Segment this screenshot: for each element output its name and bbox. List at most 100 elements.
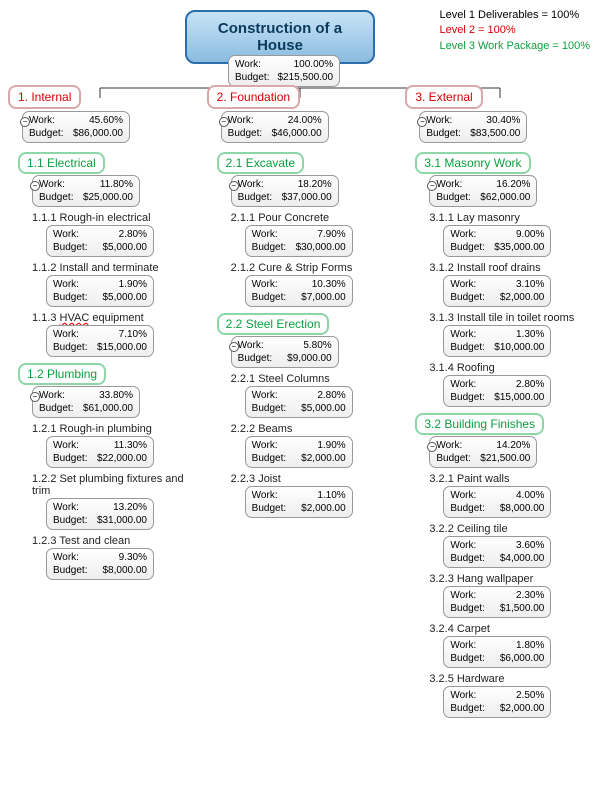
work-value: 30.40% xyxy=(486,114,520,127)
level1-node[interactable]: 2. Foundation xyxy=(207,85,300,109)
collapse-icon[interactable] xyxy=(30,392,40,402)
budget-value: $2,000.00 xyxy=(500,702,545,715)
level3-info-wrap: Work:9.00% Budget:$35,000.00 xyxy=(443,225,592,257)
work-label: Work: xyxy=(252,228,278,241)
level2-node[interactable]: 3.1 Masonry Work xyxy=(415,152,530,174)
work-value: 11.30% xyxy=(114,439,147,452)
level3-info-wrap: Work:9.30% Budget:$8,000.00 xyxy=(46,548,195,580)
level2-node[interactable]: 1.2 Plumbing xyxy=(18,363,106,385)
work-value: 2.80% xyxy=(516,378,544,391)
budget-label: Budget: xyxy=(53,514,87,527)
work-label: Work: xyxy=(53,439,79,452)
budget-value: $2,000.00 xyxy=(301,502,346,515)
budget-value: $15,000.00 xyxy=(494,391,544,404)
info-box: Work:45.60% Budget:$86,000.00 xyxy=(22,111,130,143)
budget-value: $86,000.00 xyxy=(73,127,123,140)
work-value: 9.00% xyxy=(516,228,544,241)
work-value: 5.80% xyxy=(303,339,331,352)
budget-label: Budget: xyxy=(235,71,269,84)
level2-node[interactable]: 3.2 Building Finishes xyxy=(415,413,544,435)
level3-node[interactable]: 1.1.2 Install and terminate xyxy=(32,262,195,274)
info-box: Work:1.90% Budget:$2,000.00 xyxy=(245,436,353,468)
legend-l2: Level 2 = 100% xyxy=(439,23,590,38)
budget-value: $21,500.00 xyxy=(480,452,530,465)
level3-node[interactable]: 3.1.2 Install roof drains xyxy=(429,262,592,274)
budget-label: Budget: xyxy=(436,452,470,465)
info-box: Work:2.50% Budget:$2,000.00 xyxy=(443,686,551,718)
work-label: Work: xyxy=(53,278,79,291)
level2-info-wrap: Work:16.20% Budget:$62,000.00 xyxy=(429,175,592,207)
level3-node[interactable]: 3.1.1 Lay masonry xyxy=(429,212,592,224)
level3-node[interactable]: 3.1.4 Roofing xyxy=(429,362,592,374)
root-title: Construction of a House xyxy=(218,20,342,54)
budget-label: Budget: xyxy=(450,602,484,615)
work-label: Work: xyxy=(450,378,476,391)
collapse-icon[interactable] xyxy=(30,181,40,191)
level3-node[interactable]: 2.2.3 Joist xyxy=(231,473,394,485)
budget-label: Budget: xyxy=(252,241,286,254)
budget-label: Budget: xyxy=(228,127,262,140)
level3-node[interactable]: 3.2.2 Ceiling tile xyxy=(429,523,592,535)
level2-info-wrap: Work:18.20% Budget:$37,000.00 xyxy=(231,175,394,207)
work-value: 11.80% xyxy=(100,178,133,191)
collapse-icon[interactable] xyxy=(229,342,239,352)
budget-label: Budget: xyxy=(450,241,484,254)
budget-value: $9,000.00 xyxy=(287,352,332,365)
work-label: Work: xyxy=(450,639,476,652)
level3-node[interactable]: 1.2.2 Set plumbing fixtures and trim xyxy=(32,473,195,497)
level3-node[interactable]: 2.1.1 Pour Concrete xyxy=(231,212,394,224)
budget-label: Budget: xyxy=(39,402,73,415)
level3-node[interactable]: 2.2.1 Steel Columns xyxy=(231,373,394,385)
level3-node[interactable]: 1.2.1 Rough-in plumbing xyxy=(32,423,195,435)
info-box: Work:1.30% Budget:$10,000.00 xyxy=(443,325,551,357)
level2-node[interactable]: 2.2 Steel Erection xyxy=(217,313,330,335)
budget-label: Budget: xyxy=(450,702,484,715)
work-label: Work: xyxy=(29,114,55,127)
level3-node[interactable]: 2.2.2 Beams xyxy=(231,423,394,435)
level3-node[interactable]: 1.1.3 HVAC equipment xyxy=(32,312,195,324)
level3-node[interactable]: 3.2.1 Paint walls xyxy=(429,473,592,485)
budget-label: Budget: xyxy=(450,552,484,565)
level2-node[interactable]: 1.1 Electrical xyxy=(18,152,105,174)
budget-value: $46,000.00 xyxy=(272,127,322,140)
budget-label: Budget: xyxy=(252,402,286,415)
level3-node[interactable]: 3.2.3 Hang wallpaper xyxy=(429,573,592,585)
collapse-icon[interactable] xyxy=(219,117,229,127)
budget-value: $6,000.00 xyxy=(500,652,545,665)
work-label: Work: xyxy=(235,58,261,71)
level1-node[interactable]: 3. External xyxy=(405,85,482,109)
work-value: 1.30% xyxy=(516,328,544,341)
legend-l3: Level 3 Work Package = 100% xyxy=(439,39,590,54)
budget-label: Budget: xyxy=(450,391,484,404)
collapse-icon[interactable] xyxy=(20,117,30,127)
work-value: 3.60% xyxy=(516,539,544,552)
budget-value: $4,000.00 xyxy=(500,552,545,565)
work-value: 13.20% xyxy=(113,501,147,514)
budget-value: $30,000.00 xyxy=(296,241,346,254)
work-label: Work: xyxy=(436,178,462,191)
budget-value: $5,000.00 xyxy=(103,291,148,304)
level3-node[interactable]: 2.1.2 Cure & Strip Forms xyxy=(231,262,394,274)
budget-label: Budget: xyxy=(53,241,87,254)
work-label: Work: xyxy=(450,328,476,341)
work-label: Work: xyxy=(436,439,462,452)
budget-label: Budget: xyxy=(450,652,484,665)
budget-value: $8,000.00 xyxy=(103,564,148,577)
budget-value: $25,000.00 xyxy=(83,191,133,204)
level2-node[interactable]: 2.1 Excavate xyxy=(217,152,304,174)
info-box: Work:33.80% Budget:$61,000.00 xyxy=(32,386,140,418)
level3-node[interactable]: 3.2.5 Hardware xyxy=(429,673,592,685)
level3-info-wrap: Work:1.80% Budget:$6,000.00 xyxy=(443,636,592,668)
legend-l1: Level 1 Deliverables = 100% xyxy=(439,8,590,23)
level3-node[interactable]: 3.1.3 Install tile in toilet rooms xyxy=(429,312,592,324)
level3-info-wrap: Work: 2.80% Budget: $15,000.00 xyxy=(443,375,592,407)
budget-value: $31,000.00 xyxy=(97,514,147,527)
info-box: Work:3.10% Budget:$2,000.00 xyxy=(443,275,551,307)
level3-node[interactable]: 1.1.1 Rough-in electrical xyxy=(32,212,195,224)
level3-node[interactable]: 1.2.3 Test and clean xyxy=(32,535,195,547)
wbs-column: 2. Foundation Work:24.00% Budget:$46,000… xyxy=(207,85,394,718)
level3-node[interactable]: 3.2.4 Carpet xyxy=(429,623,592,635)
collapse-icon[interactable] xyxy=(229,181,239,191)
level1-node[interactable]: 1. Internal xyxy=(8,85,81,109)
info-box: Work:1.90% Budget:$5,000.00 xyxy=(46,275,154,307)
